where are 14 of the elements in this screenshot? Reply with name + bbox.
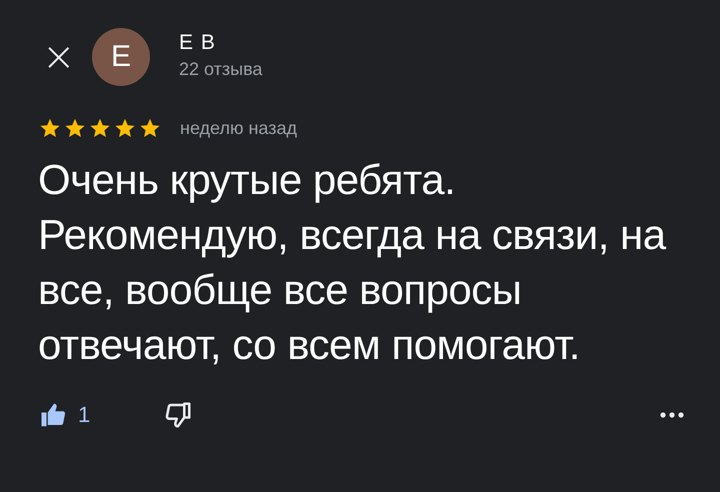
star-icon xyxy=(63,117,87,140)
avatar: E xyxy=(92,28,150,86)
reviewer-name: E B xyxy=(179,30,217,54)
more-button[interactable] xyxy=(660,412,684,418)
star-icon xyxy=(138,117,162,140)
star-icon xyxy=(88,117,112,140)
close-button[interactable]: × xyxy=(42,37,92,77)
review-time: неделю назад xyxy=(180,118,297,139)
review-text: Очень крутые ребята. Рекомендую, всегда на связи, на все, вообще все вопросы отвечают, со всем помогают. xyxy=(38,155,668,370)
review-count: 22 отзыва xyxy=(179,58,262,80)
more-icon xyxy=(660,412,684,418)
star-icon xyxy=(113,117,137,140)
star-icon xyxy=(38,117,62,140)
like-button[interactable]: 1 xyxy=(38,400,90,430)
